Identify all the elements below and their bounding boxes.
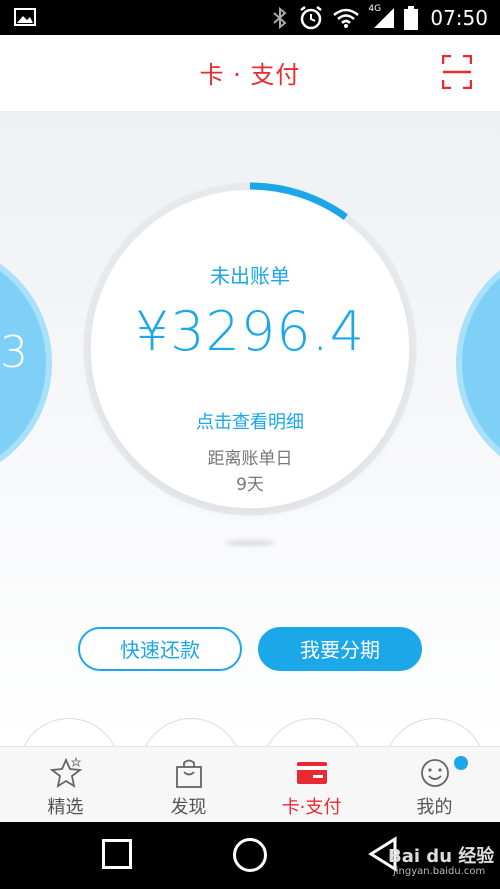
alarm-icon <box>300 6 323 30</box>
app-header: 卡 · 支付 <box>0 35 500 112</box>
view-detail-link[interactable]: 点击查看明细 <box>91 408 409 434</box>
signal-icon: 4G <box>368 4 396 30</box>
side-card-left-text: 3 <box>0 327 28 378</box>
tab-bar: 精选 发现 卡·支付 我的 <box>0 746 500 823</box>
watermark-logo: Bai du 经验 <box>388 846 495 867</box>
recents-button[interactable] <box>102 839 132 869</box>
watermark-url: jingyan.baidu.com <box>393 866 486 877</box>
scan-icon[interactable] <box>442 55 472 89</box>
shortcut-circle-1[interactable] <box>18 718 120 746</box>
tab-card-pay[interactable]: 卡·支付 <box>249 747 374 823</box>
bluetooth-icon <box>273 6 287 30</box>
tab-featured[interactable]: 精选 <box>3 747 128 823</box>
shortcut-circle-2[interactable] <box>140 718 242 746</box>
status-icons: 4G 07:50 <box>270 4 488 30</box>
installment-button[interactable]: 我要分期 <box>258 627 422 671</box>
notification-dot <box>454 756 468 770</box>
shortcut-circle-4[interactable] <box>384 718 486 746</box>
status-bar: 4G 07:50 <box>0 0 500 35</box>
home-button[interactable] <box>233 838 267 872</box>
battery-icon <box>404 6 419 30</box>
side-card-right[interactable] <box>456 242 500 484</box>
star-icon <box>50 757 82 788</box>
bill-area: 3 未出账单 ¥3296.4 点击查看明细 距离账单日 9天 快速还款 我要分期 <box>0 112 500 746</box>
circle-shadow <box>225 540 275 546</box>
bill-amount: ¥3296.4 <box>134 300 366 363</box>
shortcut-circle-3[interactable] <box>262 718 364 746</box>
tab-me-label: 我的 <box>416 797 453 818</box>
smiley-icon <box>421 759 449 787</box>
tab-card-pay-label: 卡·支付 <box>281 797 342 818</box>
tab-discover[interactable]: 发现 <box>126 747 251 823</box>
page-title: 卡 · 支付 <box>199 61 301 89</box>
due-days: 9天 <box>236 475 264 495</box>
image-notification-icon <box>14 8 36 26</box>
tab-discover-label: 发现 <box>170 797 207 818</box>
tab-me[interactable]: 我的 <box>372 747 497 823</box>
bill-circle[interactable]: 未出账单 ¥3296.4 点击查看明细 距离账单日 9天 <box>91 190 409 508</box>
wifi-icon <box>333 8 360 28</box>
clock: 07:50 <box>430 6 488 30</box>
due-date-label: 距离账单日 <box>207 449 293 469</box>
bag-icon <box>176 759 202 788</box>
card-icon <box>297 762 327 784</box>
unbilled-label: 未出账单 <box>210 264 290 288</box>
tab-featured-label: 精选 <box>47 797 84 818</box>
quick-repay-button[interactable]: 快速还款 <box>78 627 242 671</box>
